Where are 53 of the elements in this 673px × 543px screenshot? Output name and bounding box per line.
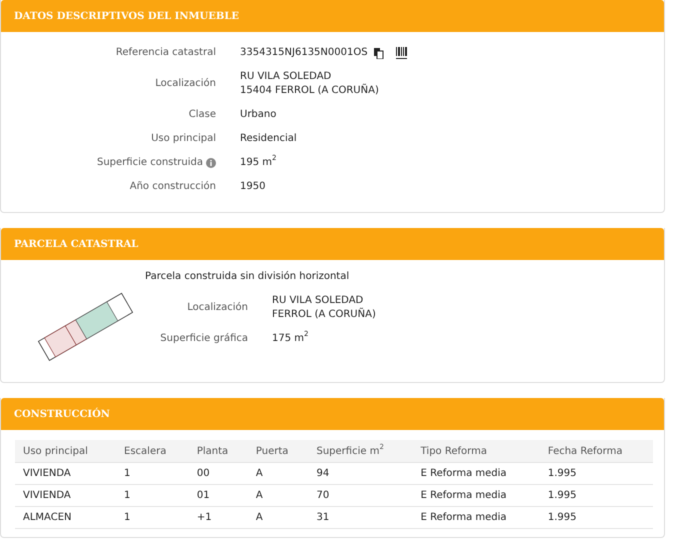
- table-cell: E Reforma media: [412, 462, 540, 484]
- table-cell: 94: [308, 462, 413, 484]
- field-label: Año construcción: [130, 180, 216, 194]
- field-label: Superficie gráfica: [160, 332, 248, 346]
- field-value: 15404 FERROL (A CORUÑA): [240, 84, 379, 98]
- field-value: FERROL (A CORUÑA): [272, 308, 376, 322]
- table-cell: 31: [308, 506, 413, 528]
- field-label: Superficie construida: [97, 156, 203, 170]
- column-header: Tipo Reforma: [412, 440, 540, 462]
- field-value: 175 m$^{2}$: [272, 332, 310, 346]
- field-label: Localización: [155, 77, 216, 91]
- column-header: Uso principal: [15, 440, 116, 462]
- table-cell: 1: [116, 506, 189, 528]
- table-cell: 01: [188, 484, 248, 506]
- column-header: Planta: [188, 440, 248, 462]
- field-label: Uso principal: [151, 132, 216, 146]
- column-header: Fecha Reforma: [540, 440, 653, 462]
- section-title: DATOS DESCRIPTIVOS DEL INMUEBLE: [14, 10, 239, 22]
- field-label: Clase: [188, 108, 216, 122]
- copy-icon[interactable]: [374, 48, 384, 58]
- table-cell: A: [248, 462, 308, 484]
- field-label: Localización: [187, 301, 248, 315]
- table-cell: VIVIENDA: [15, 462, 116, 484]
- table-cell: A: [248, 484, 308, 506]
- column-header: Puerta: [248, 440, 308, 462]
- field-value: Urbano: [240, 108, 276, 122]
- table-cell: 1: [116, 484, 189, 506]
- table-cell: E Reforma media: [412, 506, 540, 528]
- section-title: PARCELA CATASTRAL: [14, 238, 138, 250]
- field-value: Residencial: [240, 132, 297, 146]
- table-cell: 00: [188, 462, 248, 484]
- table-cell: 70: [308, 484, 413, 506]
- table-cell: A: [248, 506, 308, 528]
- table-cell: E Reforma media: [412, 484, 540, 506]
- column-header: Superficie m$^{2}$: [308, 440, 413, 462]
- table-cell: ALMACEN: [15, 506, 116, 528]
- field-value: RU VILA SOLEDAD: [272, 294, 364, 308]
- section-title: CONSTRUCCIÓN: [14, 408, 110, 420]
- field-value: 195 m$^{2}$: [240, 156, 276, 170]
- field-value: RU VILA SOLEDAD: [240, 70, 332, 84]
- table-cell: 1.995: [540, 484, 653, 506]
- table-cell: VIVIENDA: [15, 484, 116, 506]
- parcel-description: Parcela construida sin división horizontal: [145, 270, 350, 284]
- field-label: Referencia catastral: [116, 46, 216, 60]
- barcode-icon[interactable]: [396, 47, 408, 59]
- table-cell: 1: [116, 462, 189, 484]
- table-cell: +1: [188, 506, 248, 528]
- info-icon[interactable]: [206, 158, 216, 168]
- table-cell: 1.995: [540, 462, 653, 484]
- field-value: 3354315NJ6135N0001OS: [240, 46, 368, 60]
- column-header: Escalera: [116, 440, 189, 462]
- table-cell: 1.995: [540, 506, 653, 528]
- field-value: 1950: [240, 180, 266, 194]
